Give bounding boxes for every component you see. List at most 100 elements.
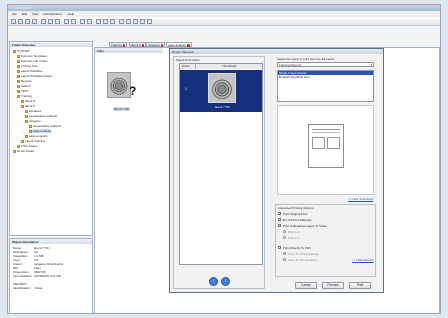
advanced-options-label: Advanced Printing Options [278,206,314,210]
tree-node[interactable]: latent 8 [21,99,35,103]
question-mark-icon: ? [129,84,137,98]
row-index: 1 [185,87,187,91]
info-value: Yellow [34,286,43,290]
tree-node[interactable]: rangeme [25,119,41,123]
application-window: ▪▪▪▪▪ ▪▪▪▪▪▪▪▪▪▪ File Edit View Administ… [7,4,441,314]
folder-selection-pane: Folder Selection SYSTEM Forensic Templat… [9,41,93,236]
rotate-icon[interactable] [110,19,115,24]
tree-node[interactable]: Latent Workflow Cases [17,74,52,78]
compare-icon[interactable] [96,19,101,24]
fingerprint-thumbnail [208,73,236,103]
tree-node[interactable]: Training [17,94,32,98]
print-order-group: Select Print Order Order Thumbnail 1 lat… [173,56,265,289]
report-category-select[interactable]: Training Reports ▾ [277,62,374,67]
report-list[interactable]: Single Image Report Detailed Tag Build N… [277,70,374,102]
tree-node[interactable]: Search [17,84,31,88]
print-2-1-label: Print 2:1 [288,236,300,240]
row-caption: latent 7.TIF [215,105,231,109]
undo-icon[interactable] [64,19,69,24]
move-down-button[interactable]: › [221,277,230,286]
import-icon[interactable] [80,19,85,24]
print-button[interactable]: Print [349,282,371,289]
menu-file[interactable]: File [12,12,17,16]
save-icon[interactable] [25,19,30,24]
tree-node[interactable]: Latent Workflow [17,69,42,73]
menu-view[interactable]: View [32,12,38,16]
tree-node[interactable]: Reports [17,79,32,83]
print-order-label: Select Print Order [176,58,200,62]
hide-options-link[interactable]: << Hide Options [352,258,374,262]
hide-thumbnail-link[interactable]: << Hide Thumbnail [348,197,373,201]
print-1-1-radio[interactable] [283,230,286,233]
folder-selection-header: Folder Selection [10,42,92,47]
print-directly-to-pdf-label: Print Directly To PDF [283,246,311,250]
info-row: Last Updated: [13,274,32,278]
grid-icon[interactable] [133,19,138,24]
info-value: 10/30/2015 2:21 PM [34,274,62,278]
paste-icon[interactable] [55,19,60,24]
do-not-print-markups-checkbox[interactable] [278,218,281,221]
chevron-down-icon[interactable]: ▾ [370,63,372,67]
do-not-print-markups-label: Do Not Print Markups [283,218,312,222]
tree-node[interactable]: SYSTEM [13,49,29,53]
file-caption: latent 7.TIF [113,107,131,111]
copy-icon[interactable] [48,19,53,24]
window-title: ▪▪▪▪▪ ▪▪▪▪▪▪▪▪▪▪ [13,6,30,10]
print-1-1-label: Print 1:1 [288,230,300,234]
fingerprint-thumbnail[interactable] [107,72,131,98]
redo-icon[interactable] [71,19,76,24]
save-to-database-label: Save To This Database [288,252,319,256]
move-up-button[interactable]: ‹ [209,277,218,286]
tree-node[interactable]: Archive Tree [17,64,38,68]
report-preview-area [277,105,374,195]
tree-node[interactable]: Forensic Lab Cases [17,59,48,63]
tree-node[interactable]: Latent Training [21,139,45,143]
tree-node[interactable]: comparative analysis [25,114,57,118]
settings-icon[interactable] [140,19,145,24]
report-icon[interactable] [119,19,124,24]
report-list-item[interactable]: Detailed Tag Build Now [278,75,373,79]
tree-node[interactable]: edge analysis [25,134,47,138]
new-icon[interactable] [11,19,16,24]
print-to-scale-label: Print Calibrated Images To Scale [283,224,327,228]
tree-node[interactable]: latent 9 [21,104,35,108]
help-icon[interactable] [147,19,152,24]
zoom-icon[interactable] [103,19,108,24]
report-list-label: Select the report to print from the list… [277,57,335,61]
preview-button[interactable]: Preview [322,282,344,289]
print-2-1-radio[interactable] [283,236,286,239]
object-information-pane: Object Information Name: latent 7.TIF De… [9,238,93,313]
tree-node[interactable]: comparative analysis [29,124,61,128]
order-column-header: Order [180,64,196,69]
save-to-desktop-radio[interactable] [283,258,286,261]
toolbar [8,17,440,26]
save-to-desktop-label: Save To The Desktop [288,258,317,262]
cut-icon[interactable] [41,19,46,24]
save-to-database-radio[interactable] [283,252,286,255]
tree-node[interactable]: identified [25,109,41,113]
print-original-files-label: Print Original Files [283,212,308,216]
thumbnail-column-header: Thumbnail [196,64,262,69]
tree-node-selected[interactable]: edge analysis [29,129,52,133]
print-original-files-checkbox[interactable] [278,212,281,215]
tree-node[interactable]: Home Folder [13,149,34,153]
menu-help[interactable]: Help [68,12,74,16]
print-icon[interactable] [32,19,37,24]
menu-administration[interactable]: Administration [43,12,62,16]
print-directly-to-pdf-checkbox[interactable] [278,246,281,249]
files-header: Files [95,48,163,53]
export-icon[interactable] [87,19,92,24]
open-icon[interactable] [18,19,23,24]
menu-edit[interactable]: Edit [22,12,27,16]
info-row: Identification: [13,286,31,290]
print-order-row-selected[interactable]: 1 latent 7.TIF [180,70,262,112]
cancel-button[interactable]: Cancel [295,282,317,289]
print-to-scale-checkbox[interactable] [278,224,281,227]
search-icon[interactable] [126,19,131,24]
object-information-header: Object Information [10,239,92,244]
tree-node[interactable]: CSVI Cases [17,144,37,148]
dialog-title: Report Selection [170,49,383,54]
tree-node[interactable]: Forensic Templates [17,54,47,58]
report-selection-dialog: Report Selection Select Print Order Orde… [169,48,384,293]
tree-node[interactable]: TEST [17,89,29,93]
